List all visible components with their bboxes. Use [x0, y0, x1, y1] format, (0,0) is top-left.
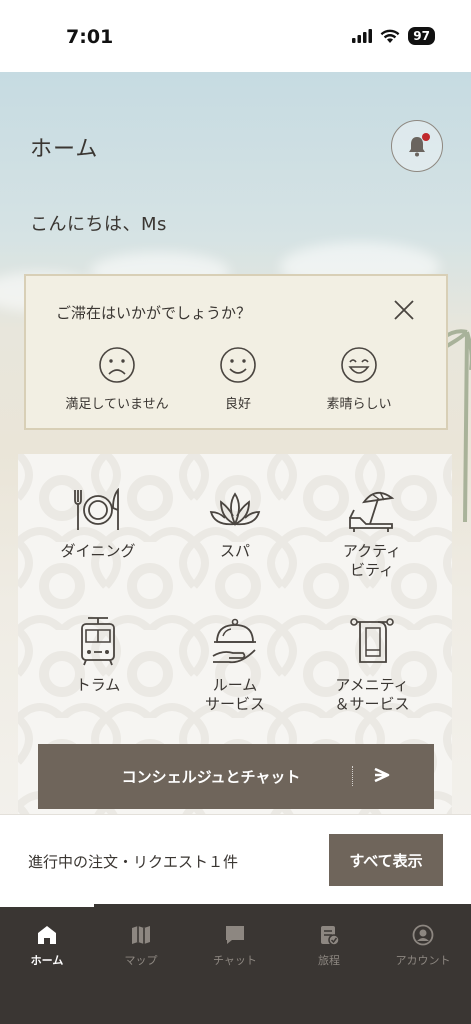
feedback-option-good[interactable]: 良好 [168, 346, 308, 412]
signal-icon [352, 29, 373, 43]
feedback-option-unsatisfied[interactable]: 満足していません [47, 346, 187, 412]
tab-chat[interactable]: チャット [188, 924, 282, 968]
active-tab-indicator [0, 904, 94, 907]
itinerary-icon [321, 926, 340, 946]
service-label-dining: ダイニング [60, 542, 136, 560]
feedback-question: ご滞在はいかがでしょうか？ [56, 304, 252, 322]
service-room-service[interactable]: ルーム サービス [165, 616, 305, 714]
feedback-label-excellent: 素晴らしい [326, 397, 392, 412]
spa-lotus-icon [209, 492, 261, 527]
view-all-button[interactable]: すべて表示 [329, 834, 443, 886]
tab-label-account: アカウント [395, 954, 451, 967]
bottom-tab-bar: ホーム マップ チャット 旅程 アカウント [0, 904, 471, 1024]
tab-label-itinerary: 旅程 [318, 954, 340, 967]
home-icon [38, 926, 56, 944]
battery-indicator: 97 [408, 27, 435, 45]
service-label-amenities: アメニティ ＆サービス [334, 676, 410, 713]
concierge-chat-button[interactable]: コンシェルジュとチャット [38, 744, 434, 809]
orders-text: 進行中の注文・リクエスト１件 [28, 853, 239, 871]
tab-label-chat: チャット [213, 954, 257, 967]
chat-divider [352, 766, 353, 786]
notification-dot [422, 133, 430, 141]
service-label-tram: トラム [75, 676, 121, 694]
tab-label-map: マップ [124, 954, 158, 967]
orders-bar: 進行中の注文・リクエスト１件 すべて表示 [0, 814, 471, 904]
sad-face-icon [99, 347, 135, 383]
map-icon [132, 926, 150, 944]
tab-home[interactable]: ホーム [0, 924, 94, 968]
arrow-right-icon [374, 767, 390, 783]
status-bar: 7:01 97 [0, 0, 471, 72]
close-icon[interactable] [392, 298, 416, 322]
status-time: 7:01 [66, 26, 114, 48]
account-icon [412, 924, 434, 946]
service-label-spa: スパ [219, 542, 250, 560]
status-icons: 97 [352, 27, 435, 45]
feedback-label-good: 良好 [224, 397, 251, 412]
notification-button[interactable] [391, 120, 443, 172]
room-service-cloche-icon [212, 618, 256, 664]
service-dining[interactable]: ダイニング [28, 488, 168, 561]
tab-label-home: ホーム [30, 954, 64, 967]
wifi-icon [380, 29, 400, 43]
chat-icon [226, 926, 244, 944]
page-title: ホーム [30, 137, 99, 162]
towel-icon [350, 618, 394, 663]
greeting-text: こんにちは、Ms [30, 214, 167, 235]
tab-account[interactable]: アカウント [376, 924, 470, 968]
dining-icon [74, 488, 119, 530]
service-label-activities: アクティ ビティ [342, 542, 402, 579]
happy-face-icon [341, 347, 377, 383]
service-label-room-service: ルーム サービス [204, 676, 265, 713]
smile-face-icon [220, 347, 256, 383]
tab-map[interactable]: マップ [94, 924, 188, 968]
service-amenities[interactable]: アメニティ ＆サービス [302, 616, 442, 714]
tram-icon [81, 617, 115, 666]
service-activities[interactable]: アクティ ビティ [302, 488, 442, 580]
feedback-card: ご滞在はいかがでしょうか？ 満足していません 良好 素晴らしい [24, 274, 448, 430]
tab-itinerary[interactable]: 旅程 [282, 924, 376, 968]
concierge-chat-label: コンシェルジュとチャット [121, 768, 301, 786]
beach-umbrella-icon [349, 491, 395, 532]
feedback-option-excellent[interactable]: 素晴らしい [289, 346, 429, 412]
service-spa[interactable]: スパ [165, 488, 305, 561]
service-tram[interactable]: トラム [28, 616, 168, 695]
feedback-label-unsatisfied: 満足していません [65, 397, 169, 412]
